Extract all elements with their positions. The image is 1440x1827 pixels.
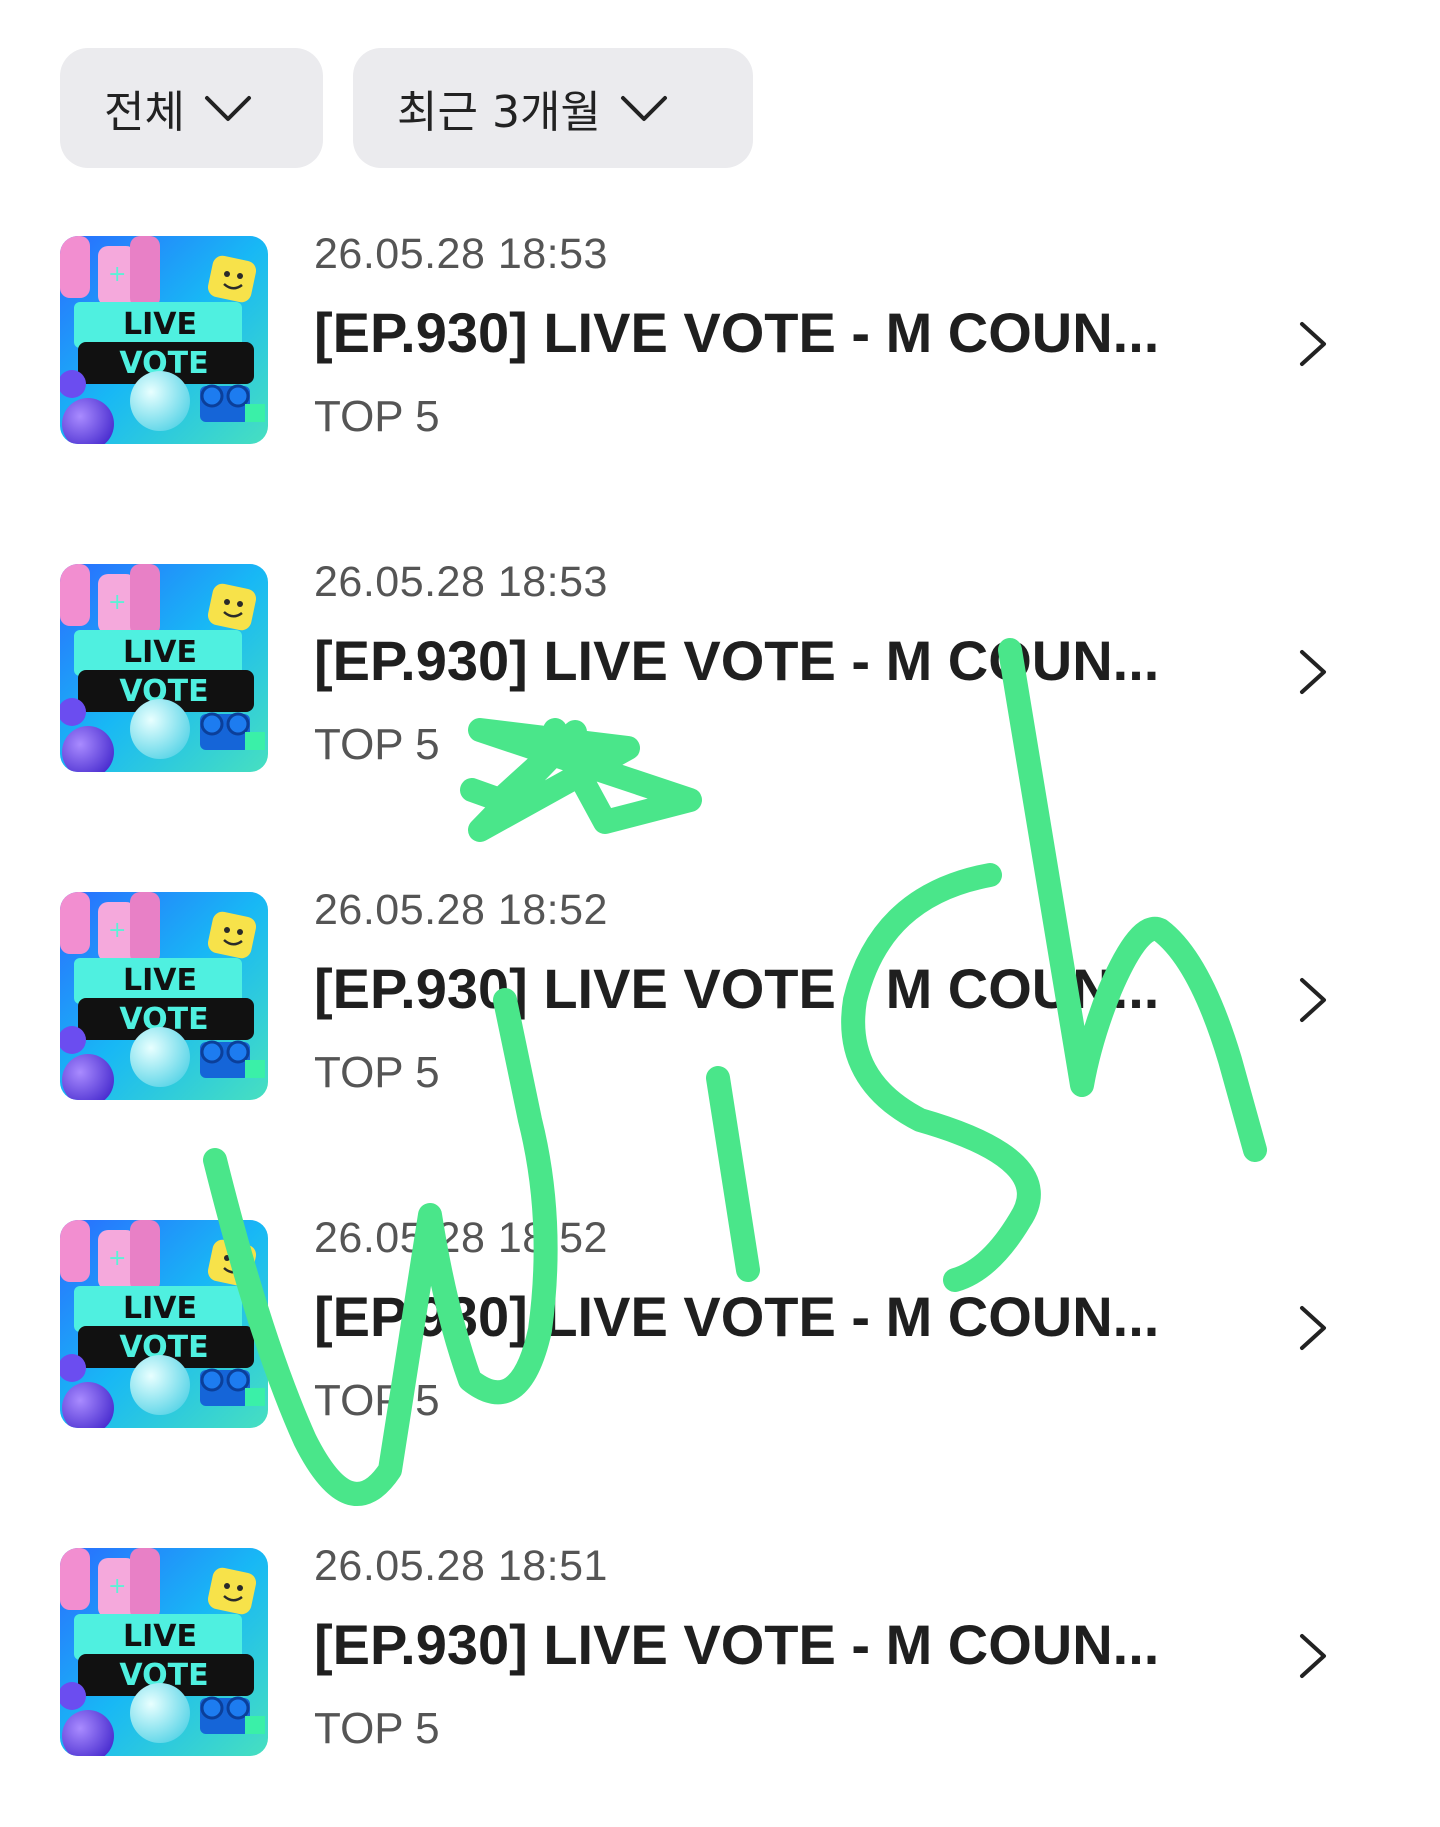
svg-text:+: + [108,918,126,943]
svg-text:LIVE: LIVE [123,1619,197,1654]
item-title: [EP.930] LIVE VOTE - M COUN... [314,301,1160,364]
item-subtitle: TOP 5 [314,1376,440,1425]
chevron-right-icon[interactable] [1296,974,1330,1026]
item-subtitle: TOP 5 [314,1048,440,1097]
item-title: [EP.930] LIVE VOTE - M COUN... [314,957,1160,1020]
svg-text:LIVE: LIVE [123,963,197,998]
chevron-right-icon[interactable] [1296,1302,1330,1354]
item-date: 26.05.28 18:52 [314,1214,608,1262]
item-title: [EP.930] LIVE VOTE - M COUN... [314,1285,1160,1348]
live-vote-thumbnail: + LIVE VOTE [60,892,268,1100]
item-title: [EP.930] LIVE VOTE - M COUN... [314,1613,1160,1676]
chevron-down-icon [620,96,667,121]
live-vote-thumbnail: + LIVE VOTE [60,1548,268,1756]
svg-text:+: + [108,262,126,287]
item-date: 26.05.28 18:52 [314,886,608,934]
list-item[interactable]: + LIVE VOTE 26.05.28 18:53 [EP.930] LIVE … [0,558,1440,788]
item-subtitle: TOP 5 [314,392,440,441]
item-date: 26.05.28 18:51 [314,1542,608,1590]
category-filter-dropdown[interactable]: 전체 [60,48,323,168]
chevron-right-icon[interactable] [1296,1630,1330,1682]
svg-text:+: + [108,1574,126,1599]
category-filter-label: 전체 [104,87,185,138]
svg-text:LIVE: LIVE [123,635,197,670]
item-date: 26.05.28 18:53 [314,558,608,606]
list-item[interactable]: + LIVE VOTE 26.05.28 18:52 [EP.930] LIVE … [0,1214,1440,1444]
svg-text:LIVE: LIVE [123,307,197,342]
item-date: 26.05.28 18:53 [314,230,608,278]
live-vote-thumbnail: + LIVE VOTE [60,564,268,772]
list-item[interactable]: + LIVE VOTE 26.05.28 18:52 [EP.930] LIVE … [0,886,1440,1116]
svg-text:+: + [108,1246,126,1271]
item-subtitle: TOP 5 [314,720,440,769]
live-vote-thumbnail: + LIVE VOTE [60,236,268,444]
item-title: [EP.930] LIVE VOTE - M COUN... [314,629,1160,692]
list-item[interactable]: + LIVE VOTE 26.05.28 18:53 [EP.930] LIVE … [0,230,1440,460]
chevron-down-icon [204,96,251,121]
chevron-right-icon[interactable] [1296,646,1330,698]
svg-text:+: + [108,590,126,615]
period-filter-label: 최근 3개월 [397,87,601,138]
list-item[interactable]: + LIVE VOTE 26.05.28 18:51 [EP.930] LIVE … [0,1542,1440,1772]
chevron-right-icon[interactable] [1296,318,1330,370]
live-vote-thumbnail: + LIVE VOTE [60,1220,268,1428]
svg-text:LIVE: LIVE [123,1291,197,1326]
period-filter-dropdown[interactable]: 최근 3개월 [353,48,753,168]
item-subtitle: TOP 5 [314,1704,440,1753]
filter-bar: 전체 최근 3개월 [60,48,753,168]
